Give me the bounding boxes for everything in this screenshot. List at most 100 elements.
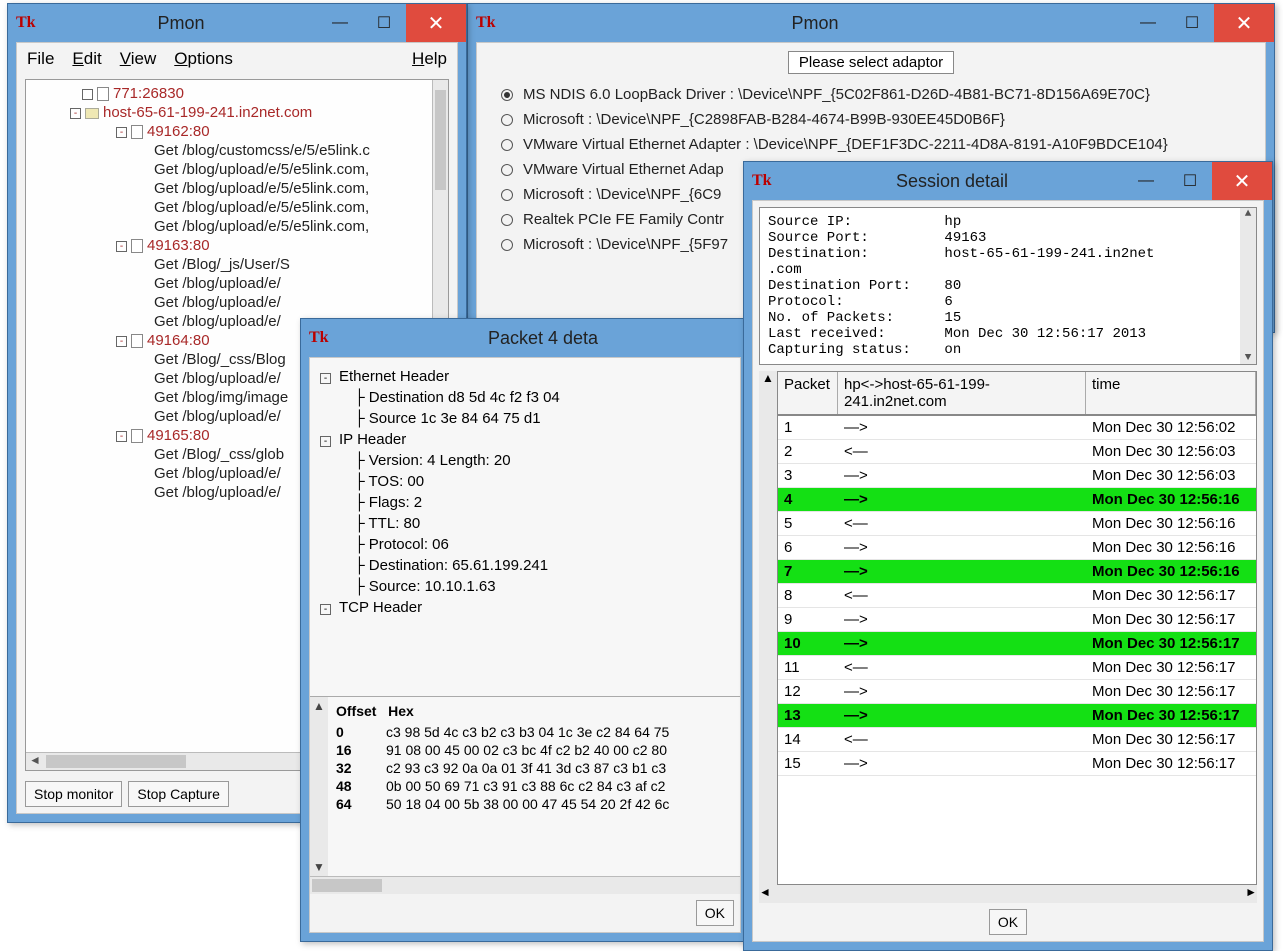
close-button[interactable]: ✕ — [1214, 4, 1274, 42]
window-title: Pmon — [44, 13, 318, 34]
titlebar[interactable]: Tk Session detail — ☐ ✕ — [744, 162, 1272, 200]
radio-icon[interactable] — [501, 189, 513, 201]
header-line[interactable]: -Ethernet Header — [320, 366, 730, 387]
menu-help[interactable]: Help — [412, 49, 447, 69]
minimize-button[interactable]: — — [1124, 162, 1168, 200]
menu-view[interactable]: View — [120, 49, 157, 69]
hex-hscrollbar[interactable] — [310, 876, 740, 894]
header-line[interactable]: ├ Destination d8 5d 4c f2 f3 04 — [320, 387, 730, 408]
col-time: time — [1086, 372, 1256, 414]
titlebar[interactable]: Tk Packet 4 deta — [301, 319, 749, 357]
adapter-radio-row[interactable]: MS NDIS 6.0 LoopBack Driver : \Device\NP… — [485, 82, 1257, 107]
page-icon — [131, 429, 143, 443]
tree-node[interactable]: Get /blog/upload/e/5/e5link.com, — [26, 217, 448, 236]
packet-row[interactable]: 8Mon Dec 30 12:56:17 — [778, 584, 1256, 608]
header-line[interactable]: ├ Protocol: 06 — [320, 534, 730, 555]
packet-table[interactable]: Packet hp<->host-65-61-199-241.in2net.co… — [777, 371, 1257, 885]
sessinfo-scrollbar[interactable]: ▲▼ — [1240, 208, 1256, 364]
header-line[interactable]: ├ TTL: 80 — [320, 513, 730, 534]
packet-row[interactable]: 1Mon Dec 30 12:56:02 — [778, 416, 1256, 440]
hex-vscrollbar[interactable]: ▲▼ — [310, 697, 328, 876]
radio-icon[interactable] — [501, 139, 513, 151]
window-title: Session detail — [780, 171, 1124, 192]
folder-icon — [85, 108, 99, 119]
packet-table-hscrollbar[interactable]: ◄► — [759, 885, 1257, 903]
session-info-line: Last received: Mon Dec 30 12:56:17 2013 — [768, 326, 1248, 342]
menubar: File Edit View Options Help — [17, 43, 457, 75]
tree-node[interactable]: Get /blog/customcss/e/5/e5link.c — [26, 141, 448, 160]
packet-row[interactable]: 15Mon Dec 30 12:56:17 — [778, 752, 1256, 776]
packet-row[interactable]: 6Mon Dec 30 12:56:16 — [778, 536, 1256, 560]
minimize-button[interactable]: — — [1126, 4, 1170, 42]
packet-row[interactable]: 13Mon Dec 30 12:56:17 — [778, 704, 1256, 728]
radio-icon[interactable] — [501, 239, 513, 251]
app-icon: Tk — [752, 172, 772, 190]
tree-node[interactable]: Get /blog/upload/e/ — [26, 274, 448, 293]
maximize-button[interactable]: ☐ — [1168, 162, 1212, 200]
packet-row[interactable]: 11Mon Dec 30 12:56:17 — [778, 656, 1256, 680]
page-icon — [131, 239, 143, 253]
ok-button[interactable]: OK — [989, 909, 1027, 935]
packet-row[interactable]: 9Mon Dec 30 12:56:17 — [778, 608, 1256, 632]
adapter-radio-row[interactable]: VMware Virtual Ethernet Adapter : \Devic… — [485, 132, 1257, 157]
tree-node[interactable]: 771:26830 — [26, 84, 448, 103]
radio-icon[interactable] — [501, 114, 513, 126]
col-packet: Packet — [778, 372, 838, 414]
radio-icon[interactable] — [501, 164, 513, 176]
packet-row[interactable]: 7Mon Dec 30 12:56:16 — [778, 560, 1256, 584]
header-line[interactable]: ├ TOS: 00 — [320, 471, 730, 492]
page-icon — [97, 87, 109, 101]
radio-icon[interactable] — [501, 89, 513, 101]
header-line[interactable]: -TCP Header — [320, 597, 730, 618]
tree-node[interactable]: Get /blog/upload/e/ — [26, 293, 448, 312]
maximize-button[interactable]: ☐ — [362, 4, 406, 42]
tree-node[interactable]: -host-65-61-199-241.in2net.com — [26, 103, 448, 122]
session-info-line: Protocol: 6 — [768, 294, 1248, 310]
tree-node[interactable]: Get /blog/upload/e/5/e5link.com, — [26, 179, 448, 198]
tree-node[interactable]: -49162:80 — [26, 122, 448, 141]
titlebar[interactable]: Tk Pmon — ☐ ✕ — [468, 4, 1274, 42]
menu-file[interactable]: File — [27, 49, 54, 69]
session-info-line: .com — [768, 262, 1248, 278]
packet-row[interactable]: 2Mon Dec 30 12:56:03 — [778, 440, 1256, 464]
page-icon — [131, 125, 143, 139]
close-button[interactable]: ✕ — [1212, 162, 1272, 200]
direction-arrow — [844, 467, 868, 484]
app-icon: Tk — [309, 329, 329, 347]
tree-node[interactable]: Get /blog/upload/e/5/e5link.com, — [26, 198, 448, 217]
direction-arrow — [844, 659, 868, 676]
hex-hex-header: Hex — [388, 703, 414, 719]
packet-table-vscrollbar[interactable]: ▲ — [759, 371, 777, 885]
packet-row[interactable]: 14Mon Dec 30 12:56:17 — [778, 728, 1256, 752]
close-button[interactable]: ✕ — [406, 4, 466, 42]
ok-button[interactable]: OK — [696, 900, 734, 926]
titlebar[interactable]: Tk Pmon — ☐ ✕ — [8, 4, 466, 42]
packet-row[interactable]: 3Mon Dec 30 12:56:03 — [778, 464, 1256, 488]
packet-row[interactable]: 4Mon Dec 30 12:56:16 — [778, 488, 1256, 512]
menu-edit[interactable]: Edit — [72, 49, 101, 69]
header-line[interactable]: ├ Source: 10.10.1.63 — [320, 576, 730, 597]
menu-options[interactable]: Options — [174, 49, 233, 69]
packet-row[interactable]: 5Mon Dec 30 12:56:16 — [778, 512, 1256, 536]
tree-node[interactable]: Get /Blog/_js/User/S — [26, 255, 448, 274]
session-info-line: Destination: host-65-61-199-241.in2net — [768, 246, 1248, 262]
stop-capture-button[interactable]: Stop Capture — [128, 781, 229, 807]
header-line[interactable]: ├ Destination: 65.61.199.241 — [320, 555, 730, 576]
header-line[interactable]: ├ Version: 4 Length: 20 — [320, 450, 730, 471]
tree-node[interactable]: -49163:80 — [26, 236, 448, 255]
packet-header-tree[interactable]: -Ethernet Header├ Destination d8 5d 4c f… — [310, 358, 740, 696]
packet-row[interactable]: 10Mon Dec 30 12:56:17 — [778, 632, 1256, 656]
minimize-button[interactable]: — — [318, 4, 362, 42]
stop-monitor-button[interactable]: Stop monitor — [25, 781, 122, 807]
packet-row[interactable]: 12Mon Dec 30 12:56:17 — [778, 680, 1256, 704]
header-line[interactable]: ├ Source 1c 3e 84 64 75 d1 — [320, 408, 730, 429]
radio-icon[interactable] — [501, 214, 513, 226]
direction-arrow — [844, 539, 868, 556]
adapter-radio-row[interactable]: Microsoft : \Device\NPF_{C2898FAB-B284-4… — [485, 107, 1257, 132]
hex-row: 480b 00 50 69 71 c3 91 c3 88 6c c2 84 c3… — [336, 777, 732, 795]
maximize-button[interactable]: ☐ — [1170, 4, 1214, 42]
tree-node[interactable]: Get /blog/upload/e/5/e5link.com, — [26, 160, 448, 179]
hex-row: 6450 18 04 00 5b 38 00 00 47 45 54 20 2f… — [336, 795, 732, 813]
header-line[interactable]: -IP Header — [320, 429, 730, 450]
header-line[interactable]: ├ Flags: 2 — [320, 492, 730, 513]
